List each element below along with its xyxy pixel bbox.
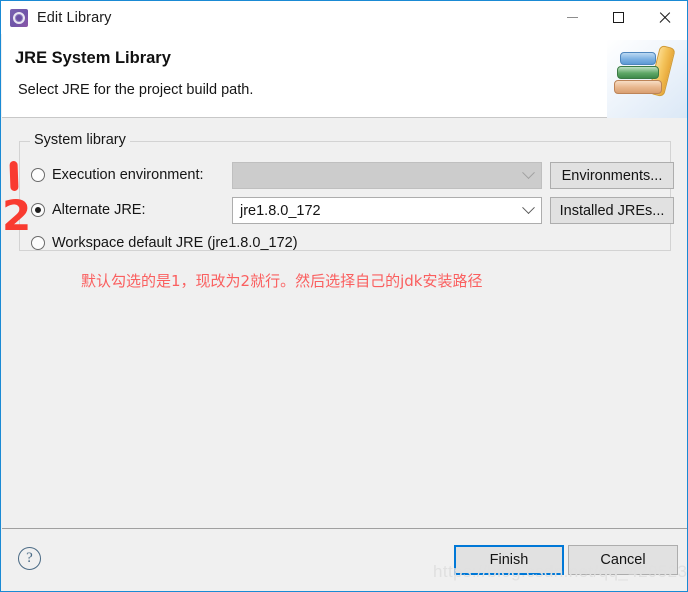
maximize-button[interactable] xyxy=(595,1,641,34)
minimize-button[interactable] xyxy=(549,1,595,34)
dialog-header: JRE System Library Select JRE for the pr… xyxy=(2,34,687,118)
title-bar: Edit Library xyxy=(1,1,687,34)
system-library-group: System library Execution environment: En… xyxy=(19,132,674,251)
window-title: Edit Library xyxy=(37,9,112,26)
annotation-mark-two: 2 xyxy=(2,191,32,240)
row-execution-environment: Execution environment: Environments... xyxy=(20,161,674,189)
radio-execution-environment[interactable]: Execution environment: xyxy=(31,161,204,189)
radio-button-selected-icon xyxy=(31,203,45,217)
dialog-content: System library Execution environment: En… xyxy=(2,119,687,528)
dialog-footer: ? Finish Cancel xyxy=(2,529,687,591)
annotation-note: 默认勾选的是1，现改为2就行。然后选择自己的jdk安装路径 xyxy=(81,272,483,290)
minimize-icon xyxy=(566,17,578,18)
radio-label-workspace-default-jre: Workspace default JRE (jre1.8.0_172) xyxy=(52,235,298,251)
chevron-down-icon xyxy=(515,163,541,188)
close-button[interactable] xyxy=(641,1,687,34)
eclipse-gear-icon xyxy=(10,8,28,27)
window-controls xyxy=(549,1,687,34)
book-blue xyxy=(620,52,656,65)
radio-label-execution-environment: Execution environment: xyxy=(52,167,204,183)
environments-button[interactable]: Environments... xyxy=(550,162,674,189)
annotation-mark-one xyxy=(9,160,19,192)
alternate-jre-value: jre1.8.0_172 xyxy=(240,202,321,219)
radio-label-alternate-jre: Alternate JRE: xyxy=(52,202,146,218)
radio-button-icon xyxy=(31,236,45,250)
alternate-jre-combo[interactable]: jre1.8.0_172 xyxy=(232,197,542,224)
book-tan xyxy=(614,80,662,94)
edit-library-dialog: Edit Library JRE System Library Select J… xyxy=(0,0,688,592)
book-green xyxy=(617,66,659,79)
installed-jres-button[interactable]: Installed JREs... xyxy=(550,197,674,224)
watermark: https://blog.csdn.net/qq_42952331 xyxy=(433,562,688,581)
row-alternate-jre: Alternate JRE: jre1.8.0_172 Installed JR… xyxy=(20,196,674,224)
page-description: Select JRE for the project build path. xyxy=(18,82,254,98)
help-icon[interactable]: ? xyxy=(18,547,41,570)
chevron-down-icon xyxy=(515,198,541,223)
radio-button-icon xyxy=(31,168,45,182)
group-legend: System library xyxy=(30,132,130,148)
book-stack-icon xyxy=(607,40,687,118)
radio-alternate-jre[interactable]: Alternate JRE: xyxy=(31,196,146,224)
execution-environment-combo[interactable] xyxy=(232,162,542,189)
maximize-icon xyxy=(612,12,624,23)
close-icon xyxy=(658,11,671,24)
row-workspace-default-jre: Workspace default JRE (jre1.8.0_172) xyxy=(20,229,670,257)
page-title: JRE System Library xyxy=(15,49,171,67)
radio-workspace-default-jre[interactable]: Workspace default JRE (jre1.8.0_172) xyxy=(31,229,298,257)
